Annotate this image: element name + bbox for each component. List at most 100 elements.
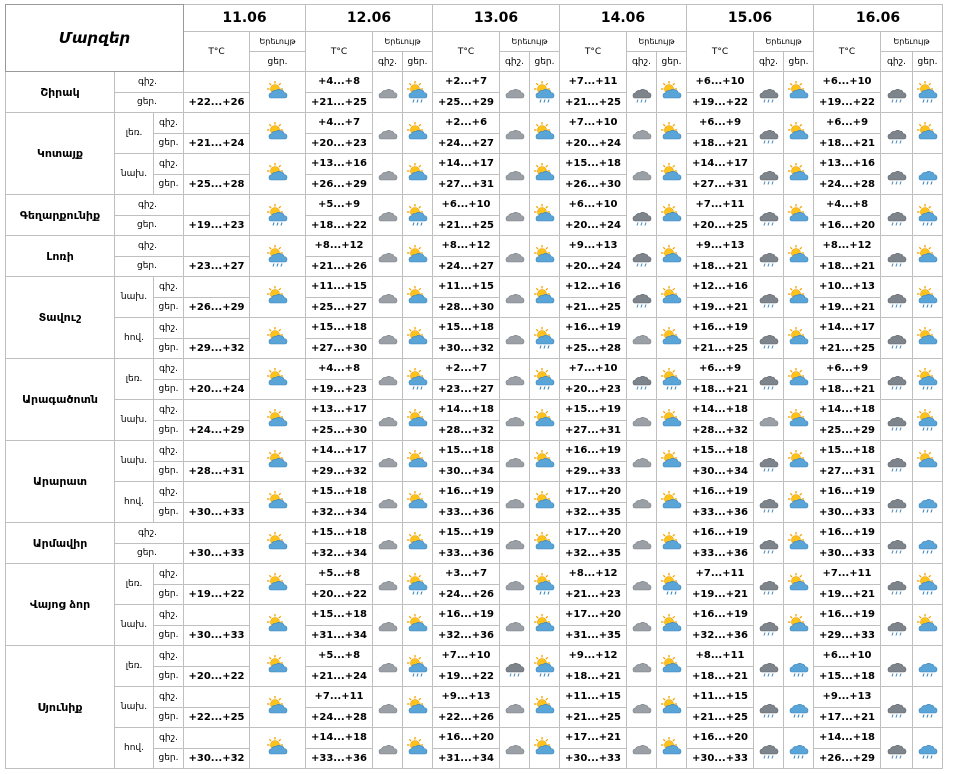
night-weather-icon	[753, 481, 784, 523]
day-weather-icon	[912, 440, 943, 482]
day-weather-icon	[656, 481, 687, 523]
night-weather-icon	[626, 440, 657, 482]
temperature-range: +21...+24	[305, 665, 373, 687]
night-weather-icon	[753, 71, 784, 113]
temperature-range: +4...+8	[813, 194, 881, 216]
temperature-range: +27...+31	[559, 419, 627, 441]
night-weather-icon	[372, 399, 403, 441]
day-weather-icon	[402, 276, 433, 318]
part-of-day: ցեր.	[153, 419, 184, 441]
temperature-range: +17...+21	[559, 727, 627, 749]
night-weather-icon	[753, 317, 784, 359]
night-weather-icon	[753, 645, 784, 687]
day-weather-icon	[656, 358, 687, 400]
temperature-range	[183, 194, 250, 216]
night-weather-icon	[880, 235, 913, 277]
temperature-range: +5...+9	[305, 194, 373, 216]
night-weather-icon	[372, 686, 403, 728]
temperature-range: +27...+31	[686, 173, 754, 195]
temperature-range: +14...+17	[686, 153, 754, 175]
zone-name: նախ.	[114, 686, 154, 728]
night-weather-icon	[880, 440, 913, 482]
night-weather-icon	[626, 399, 657, 441]
temperature-range: +18...+21	[686, 665, 754, 687]
day-weather-icon	[656, 399, 687, 441]
temperature-range: +33...+36	[305, 747, 373, 769]
day-weather-icon	[783, 686, 814, 728]
temperature-range: +30...+33	[183, 501, 250, 523]
night-weather-icon	[499, 563, 530, 605]
weather-icon	[249, 358, 306, 400]
night-weather-icon	[499, 358, 530, 400]
day-weather-icon	[402, 194, 433, 236]
temperature-range	[183, 235, 250, 257]
temperature-range: +25...+27	[305, 296, 373, 318]
night-weather-icon	[753, 399, 784, 441]
day-header: 16.06	[813, 4, 943, 32]
day-weather-icon	[656, 645, 687, 687]
weather-icon	[249, 604, 306, 646]
day-weather-icon	[529, 727, 560, 769]
temperature-range: +5...+8	[305, 563, 373, 585]
temperature-range: +9...+13	[813, 686, 881, 708]
temperature-range: +16...+19	[813, 604, 881, 626]
part-of-day: ցեր.	[114, 91, 184, 113]
weather-icon	[249, 153, 306, 195]
day-weather-icon	[529, 604, 560, 646]
day-weather-icon	[656, 604, 687, 646]
night-weather-icon	[372, 645, 403, 687]
region-name: Տավուշ	[5, 276, 115, 359]
temperature-range: +16...+19	[686, 604, 754, 626]
day-weather-icon	[402, 727, 433, 769]
temperature-range: +14...+17	[813, 317, 881, 339]
weather-icon	[249, 727, 306, 769]
night-weather-icon	[880, 153, 913, 195]
temperature-range	[183, 112, 250, 134]
temperature-range: +30...+32	[432, 337, 500, 359]
temperature-range: +22...+26	[432, 706, 500, 728]
temperature-range: +21...+24	[183, 132, 250, 154]
day-weather-icon	[912, 686, 943, 728]
table-row: նախ. գիշ. +15...+18 +16...+19 +17...+20 +16..…	[6, 604, 943, 646]
temperature-range: +18...+21	[813, 255, 881, 277]
night-weather-icon	[499, 235, 530, 277]
part-of-day: ցեր.	[153, 378, 184, 400]
table-row: հով. գիշ. +15...+18 +16...+19 +17...+20 +16..…	[6, 481, 943, 523]
part-of-day: գիշ.	[153, 604, 184, 626]
day-weather-icon	[402, 481, 433, 523]
temperature-range: +20...+24	[559, 214, 627, 236]
temperature-range: +9...+13	[686, 235, 754, 257]
temperature-range: +20...+24	[183, 378, 250, 400]
night-weather-icon	[626, 276, 657, 318]
temperature-range: +16...+19	[432, 481, 500, 503]
day-weather-icon	[529, 522, 560, 564]
temperature-range: +2...+6	[432, 112, 500, 134]
temperature-range: +21...+25	[559, 296, 627, 318]
part-of-day: գիշ.	[153, 727, 184, 749]
table-row: Արմավիր գիշ. +15...+18 +15...+19 +17...+20 +1…	[5, 522, 943, 564]
temperature-range: +28...+31	[183, 460, 250, 482]
day-weather-icon	[402, 440, 433, 482]
temp-header: T°C	[183, 31, 250, 72]
temperature-range: +27...+31	[813, 460, 881, 482]
night-weather-icon	[880, 645, 913, 687]
temperature-range: +19...+21	[686, 296, 754, 318]
temperature-range: +11...+15	[305, 276, 373, 298]
phenomenon-header: Երեւույթ	[626, 31, 687, 52]
temperature-range: +33...+36	[686, 501, 754, 523]
temperature-range: +6...+9	[686, 358, 754, 380]
temperature-range: +16...+19	[432, 604, 500, 626]
temperature-range: +18...+21	[813, 132, 881, 154]
night-weather-icon	[499, 686, 530, 728]
day-weather-icon	[656, 727, 687, 769]
table-row: նախ. գիշ. +7...+11 +9...+13 +11...+15 +11...+…	[6, 686, 943, 728]
region-name: Արագածոտն	[5, 358, 115, 441]
temperature-range: +17...+20	[559, 604, 627, 626]
day-weather-icon	[402, 645, 433, 687]
day-weather-icon	[783, 235, 814, 277]
day-header: 15.06	[686, 4, 814, 32]
night-weather-icon	[626, 686, 657, 728]
temperature-range: +18...+21	[686, 255, 754, 277]
night-weather-icon	[372, 317, 403, 359]
temperature-range	[183, 522, 250, 544]
